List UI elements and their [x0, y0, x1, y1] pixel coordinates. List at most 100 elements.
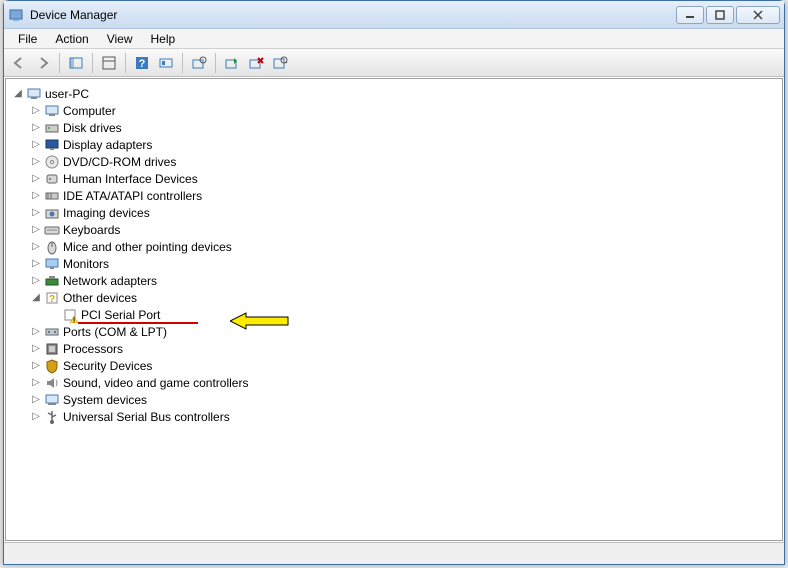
menu-view[interactable]: View	[99, 30, 141, 48]
tree-category[interactable]: ▷ Network adapters	[10, 272, 778, 289]
toolbar-separator	[182, 53, 183, 73]
device-tree-panel[interactable]: ◢ user-PC ▷Computer▷Disk drives▷Display …	[5, 78, 783, 541]
device-manager-window: Device Manager File Action View Help ?	[3, 0, 785, 565]
help-button[interactable]: ?	[131, 52, 153, 74]
other-devices-icon: ?	[44, 290, 60, 306]
back-button[interactable]	[8, 52, 30, 74]
expand-icon[interactable]: ▷	[30, 326, 42, 338]
tree-category[interactable]: ▷ Security Devices	[10, 357, 778, 374]
show-hide-console-button[interactable]	[65, 52, 87, 74]
category-label: Security Devices	[62, 359, 152, 373]
tree-category[interactable]: ▷ Processors	[10, 340, 778, 357]
uninstall-device-button[interactable]	[245, 52, 267, 74]
dvd-icon	[44, 154, 60, 170]
expand-icon[interactable]: ▷	[30, 360, 42, 372]
menu-help[interactable]: Help	[143, 30, 184, 48]
forward-button[interactable]	[32, 52, 54, 74]
tree-category[interactable]: ▷ Mice and other pointing devices	[10, 238, 778, 255]
ports-icon	[44, 324, 60, 340]
tree-category[interactable]: ▷ System devices	[10, 391, 778, 408]
category-label: IDE ATA/ATAPI controllers	[62, 189, 202, 203]
category-label: Processors	[62, 342, 123, 356]
toolbar-separator	[125, 53, 126, 73]
monitor-icon	[44, 256, 60, 272]
security-icon	[44, 358, 60, 374]
category-label: Disk drives	[62, 121, 122, 135]
sound-icon	[44, 375, 60, 391]
expand-icon[interactable]: ▷	[30, 258, 42, 270]
tree-category[interactable]: ▷Sound, video and game controllers	[10, 374, 778, 391]
tree-category[interactable]: ▷Display adapters	[10, 136, 778, 153]
expand-icon[interactable]: ▷	[30, 394, 42, 406]
svg-text:!: !	[73, 317, 75, 323]
expand-icon[interactable]: ▷	[30, 190, 42, 202]
computer-icon	[26, 86, 42, 102]
properties-button[interactable]	[98, 52, 120, 74]
tree-category[interactable]: ▷Monitors	[10, 255, 778, 272]
tree-root[interactable]: ◢ user-PC	[10, 85, 778, 102]
minimize-button[interactable]	[676, 6, 704, 24]
usb-icon	[44, 409, 60, 425]
display-icon	[44, 137, 60, 153]
enable-device-button[interactable]	[221, 52, 243, 74]
collapse-icon[interactable]: ◢	[30, 292, 42, 304]
titlebar[interactable]: Device Manager	[4, 1, 784, 29]
tree-category[interactable]: ▷ IDE ATA/ATAPI controllers	[10, 187, 778, 204]
expand-icon[interactable]: ▷	[30, 411, 42, 423]
category-label: Other devices	[62, 291, 137, 305]
tree-device-pci-serial-port[interactable]: ! PCI Serial Port	[10, 306, 778, 323]
toolbar-separator	[92, 53, 93, 73]
warning-device-icon: !	[62, 307, 78, 323]
mouse-icon	[44, 239, 60, 255]
expand-icon[interactable]: ▷	[30, 105, 42, 117]
category-label: Human Interface Devices	[62, 172, 198, 186]
tree-category[interactable]: ▷ Human Interface Devices	[10, 170, 778, 187]
tree-category[interactable]: ▷ Imaging devices	[10, 204, 778, 221]
category-label: Network adapters	[62, 274, 157, 288]
scan-changes-button[interactable]	[269, 52, 291, 74]
computer-icon	[44, 103, 60, 119]
root-label: user-PC	[44, 87, 89, 101]
device-tree: ◢ user-PC ▷Computer▷Disk drives▷Display …	[6, 79, 782, 431]
tree-category-other-devices[interactable]: ◢ ? Other devices	[10, 289, 778, 306]
expand-icon[interactable]: ▷	[30, 224, 42, 236]
expand-icon[interactable]: ▷	[30, 275, 42, 287]
tree-category[interactable]: ▷Ports (COM & LPT)	[10, 323, 778, 340]
expand-icon[interactable]: ▷	[30, 207, 42, 219]
expand-icon[interactable]: ▷	[30, 241, 42, 253]
tree-category[interactable]: ▷Keyboards	[10, 221, 778, 238]
menu-action[interactable]: Action	[47, 30, 96, 48]
tree-category[interactable]: ▷ Disk drives	[10, 119, 778, 136]
category-label: Imaging devices	[62, 206, 150, 220]
disk-icon	[44, 120, 60, 136]
cpu-icon	[44, 341, 60, 357]
collapse-icon[interactable]: ◢	[12, 88, 24, 100]
ide-icon	[44, 188, 60, 204]
maximize-button[interactable]	[706, 6, 734, 24]
expand-icon[interactable]: ▷	[30, 377, 42, 389]
tree-category[interactable]: ▷ Universal Serial Bus controllers	[10, 408, 778, 425]
update-driver-button[interactable]	[188, 52, 210, 74]
system-icon	[44, 392, 60, 408]
window-title: Device Manager	[30, 8, 676, 22]
expand-icon[interactable]: ▷	[30, 122, 42, 134]
expand-icon[interactable]: ▷	[30, 139, 42, 151]
menu-file[interactable]: File	[10, 30, 45, 48]
expand-icon[interactable]: ▷	[30, 173, 42, 185]
category-label: System devices	[62, 393, 147, 407]
category-label: DVD/CD-ROM drives	[62, 155, 176, 169]
statusbar	[4, 542, 784, 564]
svg-text:?: ?	[139, 58, 146, 70]
scan-hardware-button[interactable]	[155, 52, 177, 74]
expand-icon[interactable]: ▷	[30, 156, 42, 168]
category-label: Universal Serial Bus controllers	[62, 410, 230, 424]
tree-category[interactable]: ▷Computer	[10, 102, 778, 119]
toolbar-separator	[59, 53, 60, 73]
close-button[interactable]	[736, 6, 780, 24]
tree-category[interactable]: ▷ DVD/CD-ROM drives	[10, 153, 778, 170]
category-label: Mice and other pointing devices	[62, 240, 232, 254]
expander-empty	[48, 309, 60, 321]
hid-icon	[44, 171, 60, 187]
device-label: PCI Serial Port	[80, 308, 160, 322]
expand-icon[interactable]: ▷	[30, 343, 42, 355]
